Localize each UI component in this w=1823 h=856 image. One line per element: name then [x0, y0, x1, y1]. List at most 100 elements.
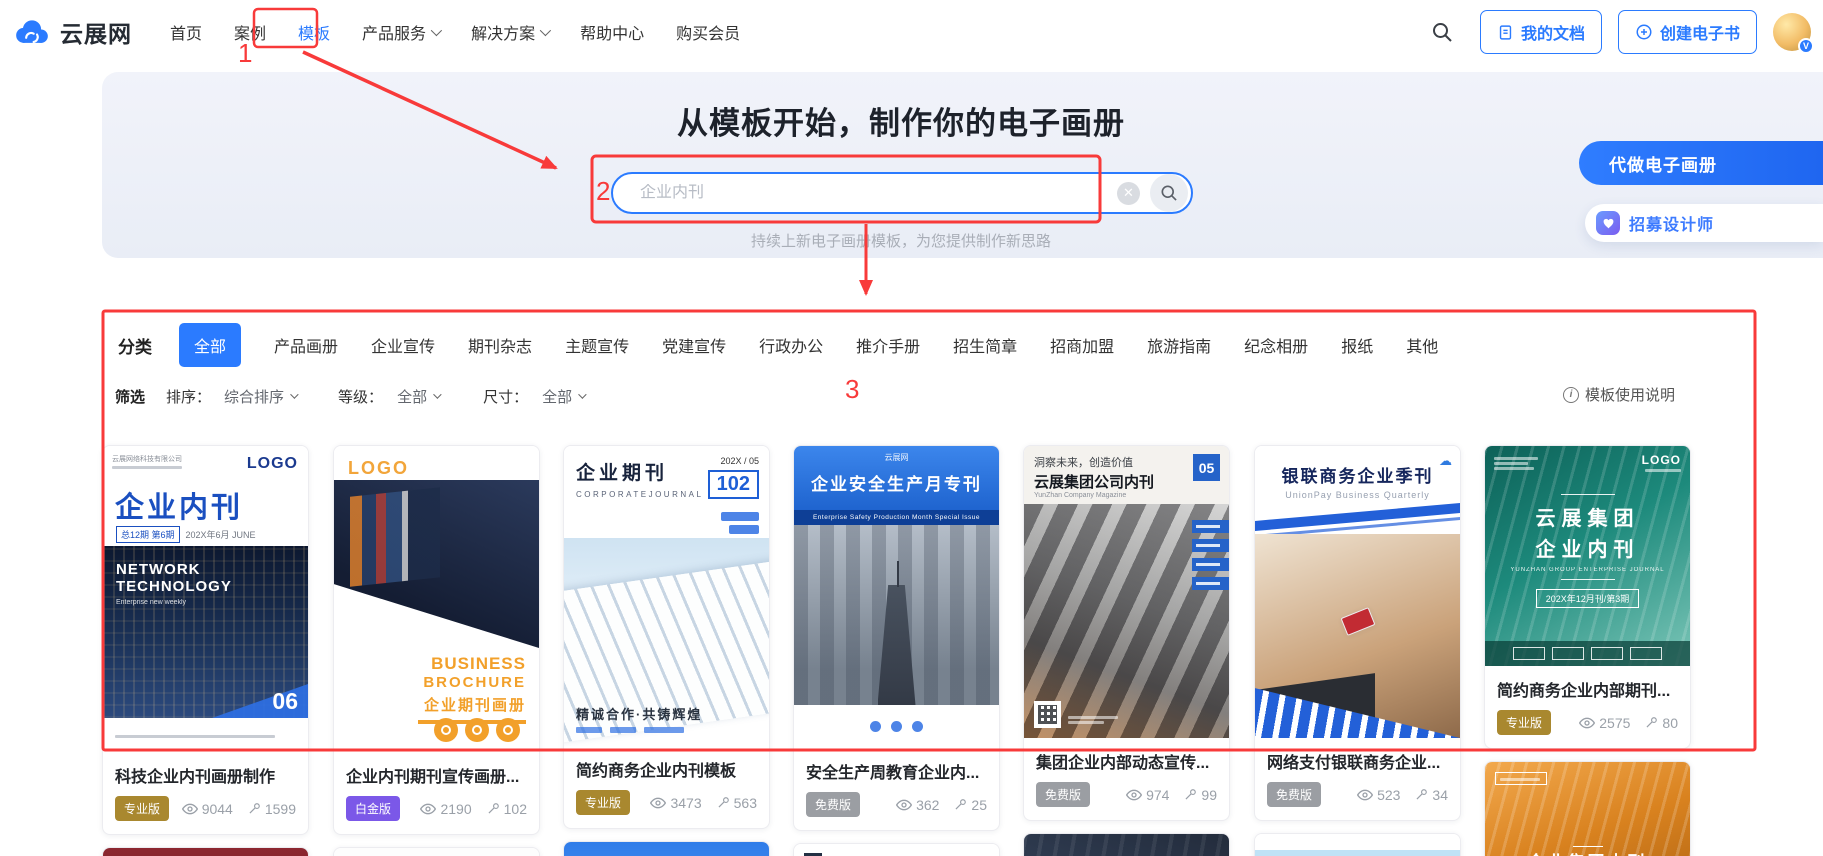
decor — [1495, 772, 1547, 785]
hero-subtitle: 持续上新电子画册模板，为您提供制作新思路 — [401, 230, 1401, 251]
template-card[interactable]: 云展网 企业安全生产月专刊 Enterprise Safety Producti… — [793, 445, 1000, 831]
views-icon — [182, 801, 198, 817]
template-title: 简约商务企业内刊模板 — [576, 757, 757, 781]
template-cover: 企业期刊CORPORATEJOURNAL 202X / 05102 精诚合作·共… — [564, 446, 769, 746]
template-card[interactable]: 云展网络科技有限公司 LOGO 企业内刊 总12期 第6期202X年6月 JUN… — [102, 445, 309, 835]
cover-photo — [1024, 504, 1229, 738]
views-icon — [896, 797, 912, 813]
template-cover: 云展网 企业安全生产月专刊 Enterprise Safety Producti… — [794, 446, 999, 748]
category-franchise[interactable]: 招商加盟 — [1050, 333, 1114, 357]
level-label: 等级： — [338, 386, 383, 407]
decor: ☁ — [1255, 834, 1460, 856]
category-all[interactable]: 全部 — [179, 323, 241, 367]
info-icon: i — [1563, 387, 1579, 403]
decor — [1024, 834, 1229, 856]
site-logo[interactable]: 云展网 — [12, 15, 132, 49]
search-submit-button[interactable] — [1150, 174, 1188, 212]
clear-search-icon[interactable]: ✕ — [1117, 182, 1140, 205]
template-card[interactable]: ☁ 银联商务企业季刊 UnionPay Business Quarterly 网… — [1254, 445, 1461, 821]
category-journal[interactable]: 期刊杂志 — [468, 333, 532, 357]
grid-column-5: 洞察未来，创造价值 云展集团公司内刊 YunZhan Company Magaz… — [1023, 445, 1230, 856]
nav-solutions[interactable]: 解决方案 — [471, 20, 548, 44]
nav-home[interactable]: 首页 — [170, 20, 202, 44]
template-search-input[interactable] — [613, 184, 1117, 202]
template-card-partial[interactable] — [563, 841, 770, 856]
template-card[interactable]: LOGO BUSINESS BROCHURE 企业期刊画册 企业内刊期刊宣传画册… — [333, 445, 540, 835]
views-icon — [1357, 787, 1373, 803]
decor — [794, 844, 999, 856]
decor — [564, 842, 769, 856]
recruit-designer-button[interactable]: 招募设计师 — [1585, 204, 1823, 242]
vip-badge: V — [1798, 38, 1814, 54]
cover-photo — [794, 525, 999, 705]
template-usage-help-link[interactable]: i 模板使用说明 — [1563, 384, 1675, 405]
category-admissions[interactable]: 招生简章 — [953, 333, 1017, 357]
category-admin[interactable]: 行政办公 — [759, 333, 823, 357]
level-badge: 免费版 — [1036, 782, 1090, 807]
template-card[interactable]: LOGO 云展集团 企业内刊 YUNZHAN GROUP ENTERPRISE … — [1484, 445, 1691, 749]
template-title: 企业内刊期刊宣传画册... — [346, 763, 527, 787]
grid-column-4: 云展网 企业安全生产月专刊 Enterprise Safety Producti… — [793, 445, 1000, 856]
create-ebook-button[interactable]: 创建电子书 — [1618, 10, 1757, 54]
template-cover: 企业集团内刊 — [1485, 762, 1690, 856]
level-badge: 专业版 — [576, 790, 630, 815]
template-cover: 洞察未来，创造价值 云展集团公司内刊 YunZhan Company Magaz… — [1024, 446, 1229, 738]
views-icon — [1579, 715, 1595, 731]
search-icon — [1159, 183, 1179, 203]
template-card[interactable]: 企业期刊CORPORATEJOURNAL 202X / 05102 精诚合作·共… — [563, 445, 770, 829]
level-badge: 免费版 — [1267, 782, 1321, 807]
nav-help-center[interactable]: 帮助中心 — [580, 20, 644, 44]
template-title: 简约商务企业内部期刊... — [1497, 677, 1678, 701]
category-promo-manual[interactable]: 推介手册 — [856, 333, 920, 357]
nav-cases[interactable]: 案例 — [234, 20, 266, 44]
logo-text: 云展网 — [60, 15, 132, 49]
category-corporate[interactable]: 企业宣传 — [371, 333, 435, 357]
category-product-album[interactable]: 产品画册 — [274, 333, 338, 357]
category-theme[interactable]: 主题宣传 — [565, 333, 629, 357]
template-card[interactable]: 洞察未来，创造价值 云展集团公司内刊 YunZhan Company Magaz… — [1023, 445, 1230, 821]
level-badge: 免费版 — [806, 792, 860, 817]
custom-ebook-service-button[interactable]: 代做电子画册 — [1579, 141, 1823, 185]
qr-code — [1034, 701, 1061, 728]
flips-icon — [953, 798, 967, 812]
category-other[interactable]: 其他 — [1406, 333, 1438, 357]
template-cover: 云展网络科技有限公司 LOGO 企业内刊 总12期 第6期202X年6月 JUN… — [103, 446, 308, 752]
category-newspaper[interactable]: 报纸 — [1341, 333, 1373, 357]
flips-icon — [1414, 788, 1428, 802]
header-search-icon[interactable] — [1430, 20, 1454, 44]
my-documents-button[interactable]: 我的文档 — [1480, 10, 1602, 54]
category-party[interactable]: 党建宣传 — [662, 333, 726, 357]
page-title: 从模板开始，制作你的电子画册 — [401, 98, 1401, 143]
template-card-partial[interactable] — [333, 847, 540, 856]
decor — [721, 512, 759, 534]
sort-dropdown[interactable]: 综合排序 — [224, 386, 296, 407]
category-list: 全部 产品画册 企业宣传 期刊杂志 主题宣传 党建宣传 行政办公 推介手册 招生… — [179, 323, 1438, 367]
template-card-partial[interactable] — [1023, 833, 1230, 856]
decor — [1485, 641, 1690, 666]
flips-icon — [1183, 788, 1197, 802]
views-icon — [1126, 787, 1142, 803]
plus-circle-icon — [1635, 23, 1653, 41]
flips-icon — [716, 796, 730, 810]
decor — [794, 705, 999, 748]
category-row: 分类 全部 产品画册 企业宣传 期刊杂志 主题宣传 党建宣传 行政办公 推介手册… — [118, 323, 1438, 367]
nav-buy-membership[interactable]: 购买会员 — [676, 20, 740, 44]
template-card-partial[interactable] — [793, 843, 1000, 856]
grid-column-7: LOGO 云展集团 企业内刊 YUNZHAN GROUP ENTERPRISE … — [1484, 445, 1691, 856]
template-card-partial[interactable] — [102, 847, 309, 856]
chevron-down-icon — [431, 25, 442, 36]
template-stats: 362 25 — [896, 797, 987, 813]
category-travel[interactable]: 旅游指南 — [1147, 333, 1211, 357]
nav-products[interactable]: 产品服务 — [362, 20, 439, 44]
decor — [1494, 455, 1538, 470]
size-dropdown[interactable]: 全部 — [542, 386, 584, 407]
template-card-partial[interactable]: 企业集团内刊 — [1484, 761, 1691, 856]
chevron-down-icon — [290, 390, 298, 398]
user-avatar[interactable]: V — [1773, 13, 1811, 51]
grid-column-6: ☁ 银联商务企业季刊 UnionPay Business Quarterly 网… — [1254, 445, 1461, 856]
level-dropdown[interactable]: 全部 — [397, 386, 439, 407]
chevron-down-icon — [540, 25, 551, 36]
category-memorial[interactable]: 纪念相册 — [1244, 333, 1308, 357]
nav-templates[interactable]: 模板 — [298, 20, 330, 44]
template-card-partial[interactable]: ☁ — [1254, 833, 1461, 856]
